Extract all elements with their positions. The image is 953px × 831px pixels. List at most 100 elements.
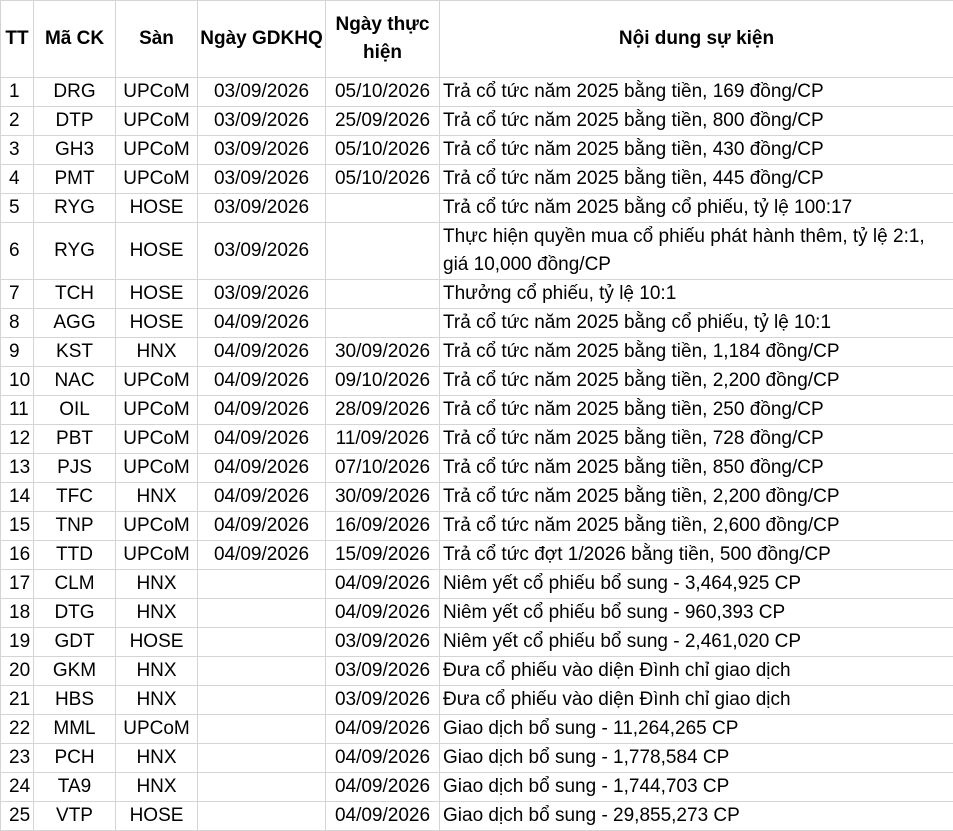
cell-noi-dung: Trả cổ tức năm 2025 bằng cổ phiếu, tỷ lệ… [439, 193, 953, 223]
cell-san: HOSE [115, 627, 198, 657]
cell-ma-ck: MML [33, 714, 116, 744]
cell-ma-ck: TTD [33, 540, 116, 570]
cell-ma-ck: VTP [33, 801, 116, 831]
table-row: 18 DTG HNX 04/09/2026 Niêm yết cổ phiếu bổ s… [0, 598, 953, 628]
cell-ma-ck: DRG [33, 77, 116, 107]
table-row: 4 PMT UPCoM 03/09/2026 05/10/2026 Trả cổ tức … [0, 164, 953, 194]
cell-noi-dung: Trả cổ tức năm 2025 bằng tiền, 250 đồng/… [439, 395, 953, 425]
cell-ma-ck: GH3 [33, 135, 116, 165]
cell-noi-dung: Niêm yết cổ phiếu bổ sung - 2,461,020 CP [439, 627, 953, 657]
cell-ma-ck: TNP [33, 511, 116, 541]
cell-ngay-gdkhq: 04/09/2026 [197, 395, 326, 425]
cell-tt: 25 [0, 801, 34, 831]
cell-ngay-thuc-hien: 05/10/2026 [325, 135, 440, 165]
table-row: 6 RYG HOSE 03/09/2026 Thực hiện quyền mua cổ… [0, 222, 953, 280]
table-row: 13 PJS UPCoM 04/09/2026 07/10/2026 Trả cổ tức… [0, 453, 953, 483]
cell-noi-dung: Thực hiện quyền mua cổ phiếu phát hành t… [439, 222, 953, 280]
table-row: 24 TA9 HNX 04/09/2026 Giao dịch bổ sung - 1,… [0, 772, 953, 802]
cell-ma-ck: TA9 [33, 772, 116, 802]
cell-ma-ck: GDT [33, 627, 116, 657]
cell-san: HOSE [115, 222, 198, 280]
cell-noi-dung: Trả cổ tức năm 2025 bằng tiền, 2,600 đồn… [439, 511, 953, 541]
table-row: 17 CLM HNX 04/09/2026 Niêm yết cổ phiếu bổ s… [0, 569, 953, 599]
cell-ngay-gdkhq [197, 598, 326, 628]
cell-ngay-thuc-hien: 04/09/2026 [325, 801, 440, 831]
table-row: 25 VTP HOSE 04/09/2026 Giao dịch bổ sung - 2… [0, 801, 953, 831]
cell-ngay-gdkhq: 04/09/2026 [197, 482, 326, 512]
table-row: 8 AGG HOSE 04/09/2026 Trả cổ tức năm 2025 bằ… [0, 308, 953, 338]
cell-ngay-gdkhq: 03/09/2026 [197, 279, 326, 309]
cell-san: UPCoM [115, 366, 198, 396]
cell-ma-ck: TCH [33, 279, 116, 309]
table-row: 11 OIL UPCoM 04/09/2026 28/09/2026 Trả cổ tức… [0, 395, 953, 425]
cell-ngay-thuc-hien: 30/09/2026 [325, 337, 440, 367]
cell-tt: 1 [0, 77, 34, 107]
cell-noi-dung: Niêm yết cổ phiếu bổ sung - 960,393 CP [439, 598, 953, 628]
cell-ma-ck: AGG [33, 308, 116, 338]
table-row: 12 PBT UPCoM 04/09/2026 11/09/2026 Trả cổ tức… [0, 424, 953, 454]
cell-ngay-gdkhq [197, 627, 326, 657]
cell-san: UPCoM [115, 395, 198, 425]
table-row: 1 DRG UPCoM 03/09/2026 05/10/2026 Trả cổ tức … [0, 77, 953, 107]
table-row: 10 NAC UPCoM 04/09/2026 09/10/2026 Trả cổ tức… [0, 366, 953, 396]
cell-ngay-thuc-hien [325, 279, 440, 309]
cell-ngay-thuc-hien [325, 193, 440, 223]
cell-ma-ck: PBT [33, 424, 116, 454]
cell-ngay-thuc-hien: 04/09/2026 [325, 598, 440, 628]
cell-ngay-thuc-hien: 05/10/2026 [325, 77, 440, 107]
table-row: 22 MML UPCoM 04/09/2026 Giao dịch bổ sung - … [0, 714, 953, 744]
cell-ma-ck: PMT [33, 164, 116, 194]
cell-ngay-gdkhq: 04/09/2026 [197, 366, 326, 396]
cell-noi-dung: Giao dịch bổ sung - 1,744,703 CP [439, 772, 953, 802]
cell-ma-ck: PCH [33, 743, 116, 773]
cell-ngay-thuc-hien [325, 222, 440, 280]
cell-san: UPCoM [115, 424, 198, 454]
cell-noi-dung: Giao dịch bổ sung - 1,778,584 CP [439, 743, 953, 773]
cell-ngay-gdkhq [197, 685, 326, 715]
cell-ma-ck: HBS [33, 685, 116, 715]
cell-noi-dung: Thưởng cổ phiếu, tỷ lệ 10:1 [439, 279, 953, 309]
table-row: 9 KST HNX 04/09/2026 30/09/2026 Trả cổ tức nă… [0, 337, 953, 367]
cell-ngay-thuc-hien: 04/09/2026 [325, 743, 440, 773]
cell-ma-ck: DTG [33, 598, 116, 628]
cell-ngay-thuc-hien: 04/09/2026 [325, 772, 440, 802]
cell-ngay-gdkhq: 04/09/2026 [197, 453, 326, 483]
cell-ma-ck: RYG [33, 222, 116, 280]
cell-san: HOSE [115, 279, 198, 309]
cell-san: UPCoM [115, 453, 198, 483]
cell-ngay-gdkhq: 03/09/2026 [197, 193, 326, 223]
cell-noi-dung: Trả cổ tức năm 2025 bằng tiền, 445 đồng/… [439, 164, 953, 194]
cell-tt: 12 [0, 424, 34, 454]
cell-ngay-thuc-hien: 04/09/2026 [325, 569, 440, 599]
header-ma-ck: Mã CK [33, 0, 116, 78]
cell-tt: 20 [0, 656, 34, 686]
table-body: 1 DRG UPCoM 03/09/2026 05/10/2026 Trả cổ tức … [0, 77, 953, 831]
cell-ngay-gdkhq: 03/09/2026 [197, 222, 326, 280]
cell-tt: 18 [0, 598, 34, 628]
header-tt: TT [0, 0, 34, 78]
cell-tt: 7 [0, 279, 34, 309]
cell-ngay-thuc-hien: 07/10/2026 [325, 453, 440, 483]
cell-ngay-gdkhq [197, 714, 326, 744]
cell-tt: 17 [0, 569, 34, 599]
cell-tt: 5 [0, 193, 34, 223]
cell-ngay-gdkhq: 03/09/2026 [197, 106, 326, 136]
cell-ngay-gdkhq: 03/09/2026 [197, 135, 326, 165]
cell-tt: 15 [0, 511, 34, 541]
cell-san: HNX [115, 743, 198, 773]
cell-san: HOSE [115, 193, 198, 223]
cell-ngay-gdkhq [197, 743, 326, 773]
cell-san: HNX [115, 482, 198, 512]
header-san: Sàn [115, 0, 198, 78]
cell-noi-dung: Giao dịch bổ sung - 29,855,273 CP [439, 801, 953, 831]
header-ngay-gdkhq: Ngày GDKHQ [197, 0, 326, 78]
cell-ma-ck: TFC [33, 482, 116, 512]
cell-noi-dung: Trả cổ tức năm 2025 bằng tiền, 169 đồng/… [439, 77, 953, 107]
cell-tt: 4 [0, 164, 34, 194]
cell-noi-dung: Đưa cổ phiếu vào diện Đình chỉ giao dịch [439, 685, 953, 715]
cell-ngay-gdkhq [197, 569, 326, 599]
cell-ngay-gdkhq: 04/09/2026 [197, 308, 326, 338]
cell-ngay-gdkhq [197, 801, 326, 831]
cell-ngay-gdkhq [197, 656, 326, 686]
cell-tt: 8 [0, 308, 34, 338]
